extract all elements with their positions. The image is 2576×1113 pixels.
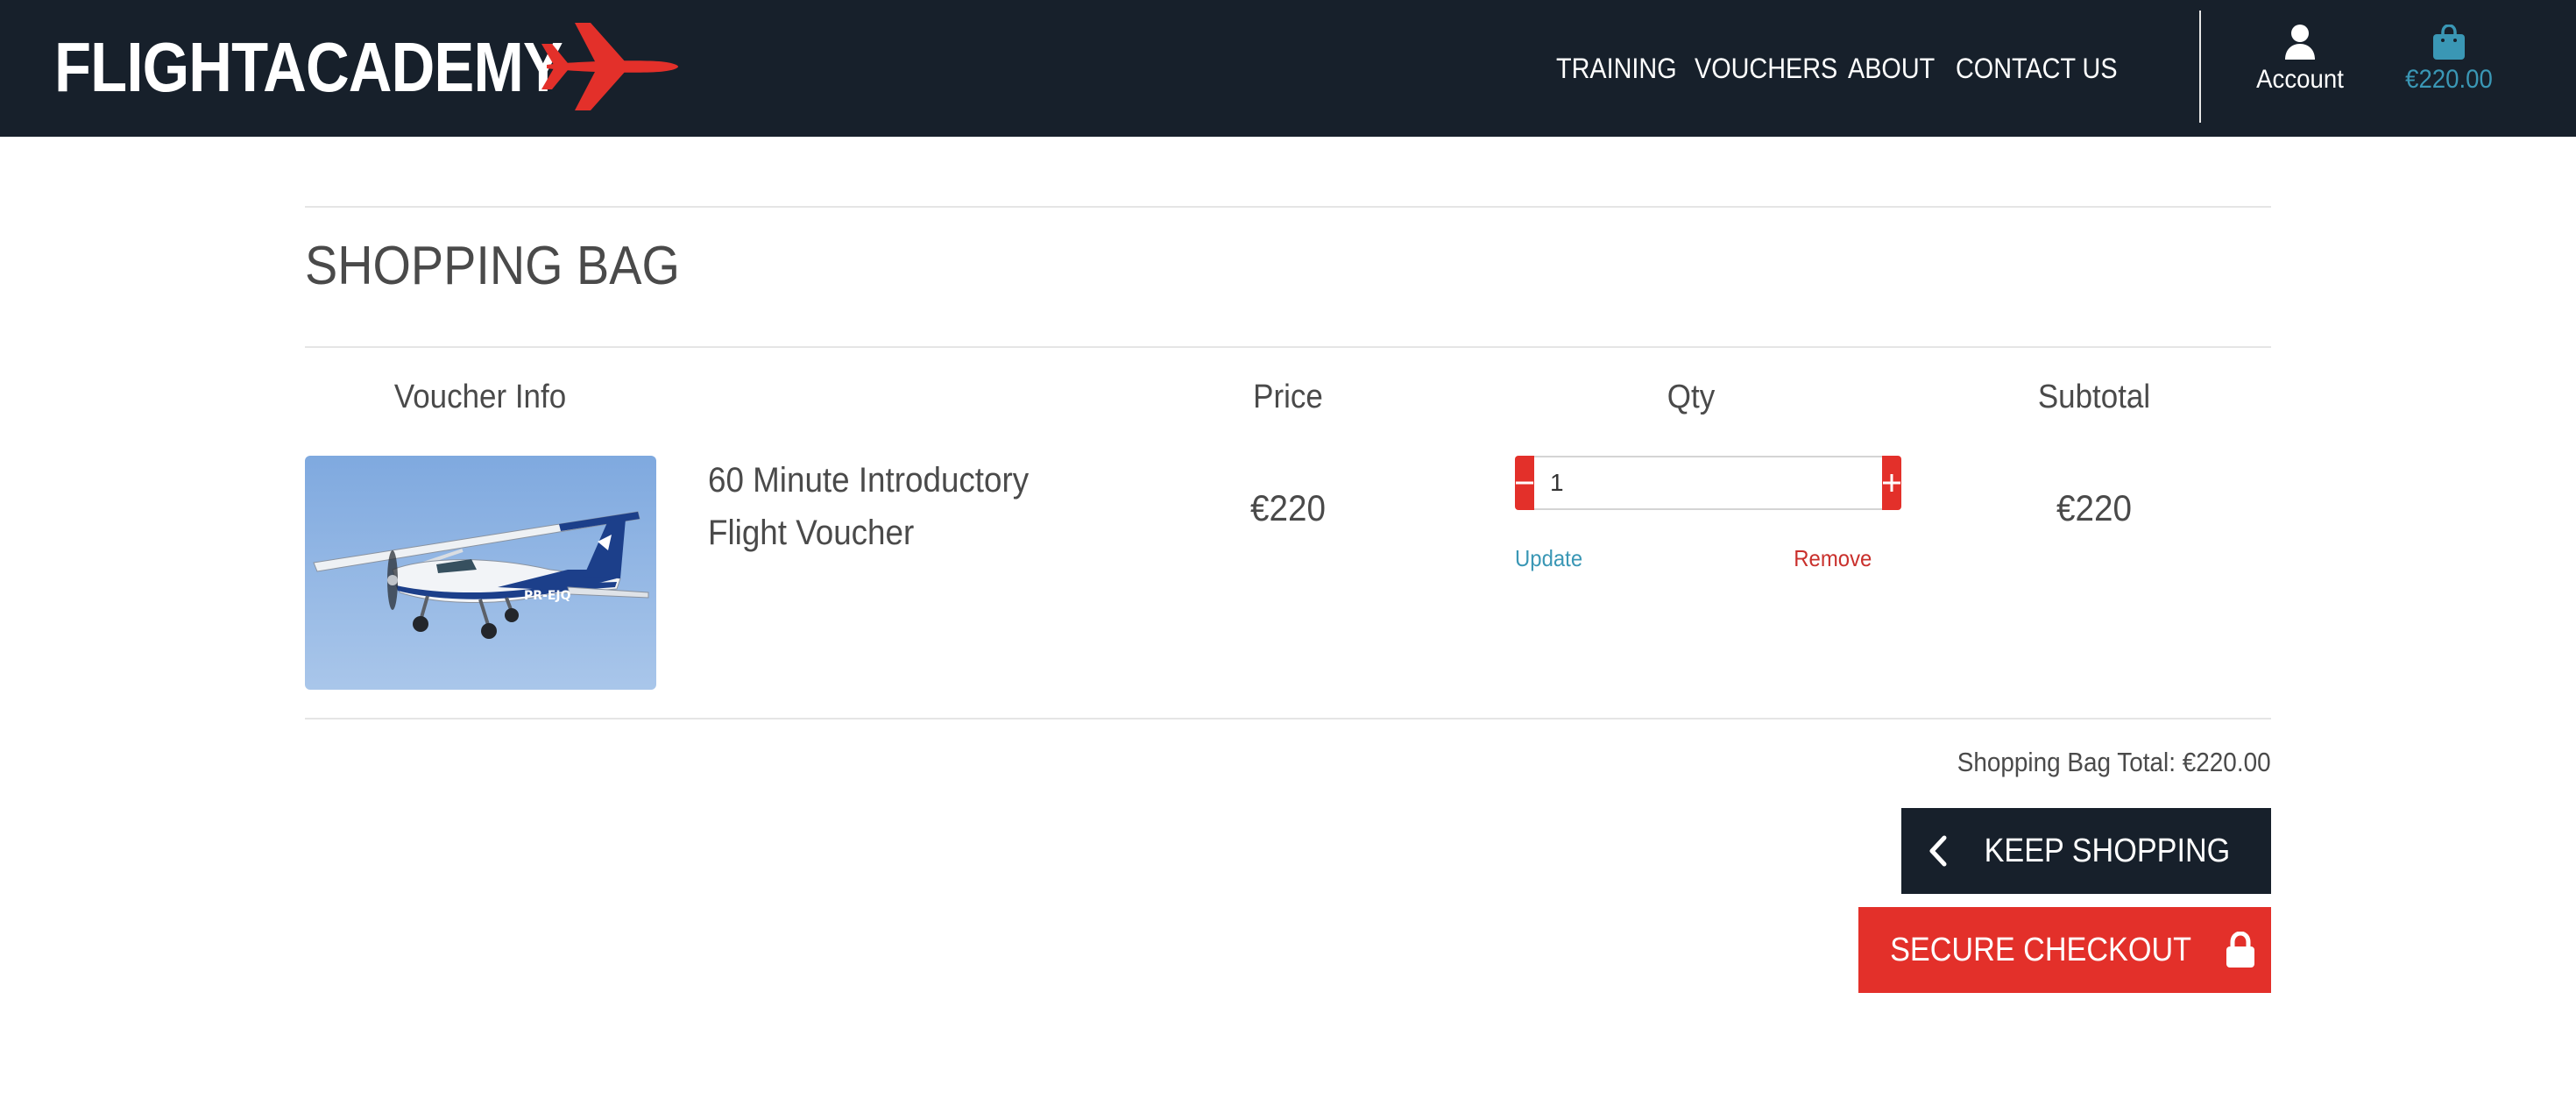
shopping-bag-icon	[2433, 25, 2465, 60]
nav-training[interactable]: TRAINING	[1556, 53, 1677, 85]
decrement-qty-button[interactable]	[1515, 456, 1534, 510]
nav-about[interactable]: ABOUT	[1848, 53, 1935, 85]
divider-top	[305, 206, 2271, 208]
increment-qty-button[interactable]	[1882, 456, 1901, 510]
svg-text:PR-EJQ: PR-EJQ	[524, 589, 571, 603]
bag-total-amount: €220.00	[2405, 65, 2493, 94]
update-link[interactable]: Update	[1515, 545, 1582, 572]
keep-shopping-button[interactable]: KEEP SHOPPING	[1901, 808, 2271, 894]
account-label: Account	[2256, 65, 2344, 94]
page-title: SHOPPING BAG	[305, 236, 680, 296]
plus-icon	[1883, 474, 1900, 492]
voucher-name-line2: Flight Voucher	[708, 514, 915, 552]
minus-icon	[1516, 481, 1533, 485]
user-icon	[2285, 25, 2315, 60]
header-voucher-info: Voucher Info	[393, 379, 567, 415]
header-price: Price	[1253, 379, 1323, 415]
lock-icon	[2226, 932, 2254, 968]
plane-icon	[541, 23, 678, 110]
shopping-bag-total: Shopping Bag Total: €220.00	[1957, 747, 2271, 777]
voucher-name: 60 Minute Introductory Flight Voucher	[708, 454, 1046, 559]
quantity-stepper	[1515, 456, 1901, 510]
top-navbar: FLIGHTACADEMY TRAINING VOUCHERS ABOUT CO…	[0, 0, 2576, 137]
voucher-image: PR-EJQ	[305, 456, 656, 690]
brand-logo-link[interactable]: FLIGHTACADEMY	[54, 19, 678, 116]
chevron-left-icon	[1929, 835, 1947, 867]
brand-name: FLIGHTACADEMY	[54, 28, 563, 106]
nav-vouchers[interactable]: VOUCHERS	[1695, 53, 1837, 85]
shopping-bag-link[interactable]: €220.00	[2392, 21, 2506, 109]
nav-divider	[2199, 11, 2201, 123]
divider-title	[305, 346, 2271, 348]
item-subtotal: €220	[2056, 487, 2132, 528]
secure-checkout-button[interactable]: SECURE CHECKOUT	[1858, 907, 2271, 993]
header-subtotal: Subtotal	[2037, 379, 2151, 415]
item-price: €220	[1250, 487, 1326, 528]
secure-checkout-label: SECURE CHECKOUT	[1890, 931, 2192, 968]
voucher-name-line1: 60 Minute Introductory	[708, 461, 1030, 500]
divider-bottom	[305, 718, 2271, 720]
nav-contact-us[interactable]: CONTACT US	[1956, 53, 2118, 85]
main-nav: TRAINING VOUCHERS ABOUT CONTACT US	[1556, 44, 2118, 93]
header-qty: Qty	[1667, 379, 1716, 415]
quantity-input[interactable]	[1534, 456, 1882, 510]
remove-link[interactable]: Remove	[1794, 545, 1872, 572]
keep-shopping-label: KEEP SHOPPING	[1984, 832, 2231, 869]
account-link[interactable]: Account	[2243, 21, 2357, 109]
